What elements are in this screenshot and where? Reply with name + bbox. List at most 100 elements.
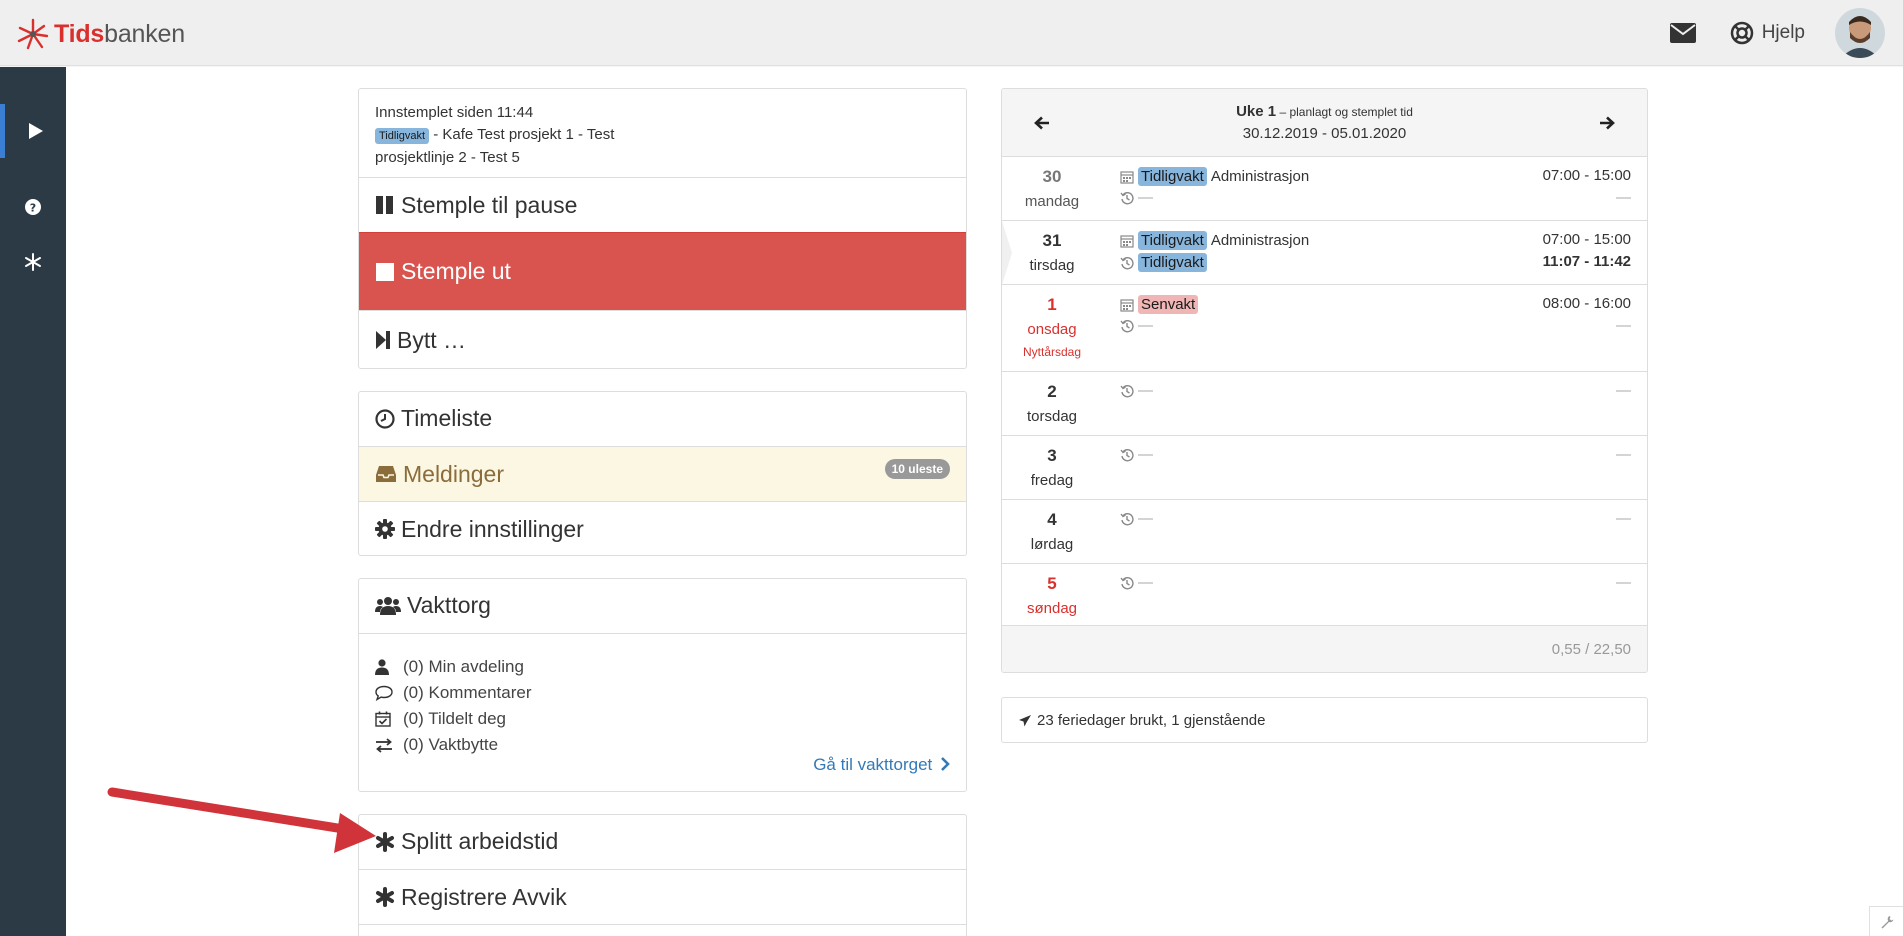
- sidebar-help-button[interactable]: ?: [0, 180, 66, 234]
- stamp-out-label: Stemple ut: [401, 258, 511, 284]
- timeliste-link[interactable]: Timeliste: [359, 391, 966, 446]
- sidebar-snowflake-button[interactable]: [0, 235, 66, 289]
- stamped-shift-text: —: [1138, 446, 1153, 463]
- planned-shift-text: Administrasjon: [1210, 168, 1310, 185]
- project-line-2: prosjektlinje 2 - Test 5: [375, 149, 520, 166]
- day-name: mandag: [1024, 193, 1080, 210]
- day-row-2[interactable]: 2 torsdag — —: [1002, 371, 1647, 435]
- brand-logo-link[interactable]: Tidsbanken: [16, 14, 185, 54]
- exchange-icon: [376, 738, 392, 753]
- stamped-shift: —: [1120, 446, 1153, 463]
- clock-icon: [375, 408, 395, 429]
- stamp-pause-button[interactable]: Stemple til pause: [359, 177, 966, 232]
- day-row-30[interactable]: 30 mandag Tidligvakt Administrasjon 07:0…: [1002, 156, 1647, 220]
- day-row-31[interactable]: 31 tirsdag Tidligvakt Administrasjon 07:…: [1002, 220, 1647, 285]
- brand-name-tids: Tids: [54, 19, 105, 48]
- day-name: fredag: [1030, 472, 1074, 489]
- calendar-check-icon: [375, 711, 391, 727]
- day-name: lørdag: [1030, 536, 1074, 553]
- vakttorg-item-label: (0) Tildelt deg: [403, 709, 506, 728]
- week-footer: 0,55 / 22,50: [1002, 625, 1647, 672]
- day-number: 1: [1047, 295, 1057, 314]
- unread-badge: 10 uleste: [884, 459, 950, 479]
- day-number: 3: [1047, 446, 1057, 465]
- stamped-shift: —: [1120, 510, 1153, 527]
- next-week-button[interactable]: [1593, 109, 1621, 137]
- split-worktime-label: Splitt arbeidstid: [401, 828, 559, 854]
- calendar-icon: [1120, 298, 1134, 312]
- avatar[interactable]: [1835, 8, 1885, 58]
- pause-icon: [376, 196, 393, 214]
- vakttorg-item-tildelt[interactable]: (0) Tildelt deg: [375, 706, 531, 732]
- asterisk-icon: [376, 831, 394, 852]
- planned-shift-label: Tidligvakt: [1138, 167, 1207, 186]
- switch-label: Bytt …: [397, 326, 467, 353]
- comment-icon: [375, 685, 393, 701]
- help-link[interactable]: Hjelp: [1730, 21, 1805, 45]
- holiday-name: Nyttårsdag: [1022, 345, 1082, 359]
- goto-vakttorg-link[interactable]: Gå til vakttorget: [813, 755, 950, 775]
- stamped-time: —: [1616, 446, 1631, 463]
- history-icon: [1120, 448, 1134, 461]
- sidebar: ?: [0, 67, 66, 936]
- users-icon: [375, 596, 401, 615]
- user-avatar-image: [1835, 8, 1885, 58]
- stamped-time: —: [1616, 189, 1631, 206]
- user-icon: [375, 659, 389, 675]
- day-row-4[interactable]: 4 lørdag — —: [1002, 499, 1647, 563]
- meldinger-link[interactable]: Meldinger 10 uleste: [359, 446, 966, 501]
- planned-time: 07:00 - 15:00: [1542, 231, 1631, 248]
- register-deviation-link[interactable]: Registrere Avvik: [359, 869, 966, 924]
- stamped-shift-text: —: [1138, 382, 1153, 399]
- day-row-1[interactable]: 1 onsdag Nyttårsdag Senvakt 08:00 - 16:0…: [1002, 284, 1647, 371]
- envelope-icon[interactable]: [1669, 23, 1696, 43]
- arrow-right-icon: [1600, 116, 1615, 130]
- calendar-icon: [1120, 170, 1134, 184]
- vakttorg-item-vaktbytte[interactable]: (0) Vaktbytte: [375, 732, 531, 758]
- stamped-shift: —: [1120, 317, 1153, 334]
- day-row-5[interactable]: 5 søndag — —: [1002, 563, 1647, 627]
- planned-shift-text: Administrasjon: [1210, 232, 1310, 249]
- extra-panel: Splitt arbeidstid Registrere Avvik: [358, 814, 967, 936]
- sidebar-toggle-button[interactable]: [0, 104, 66, 158]
- developer-tools-button[interactable]: [1869, 906, 1903, 936]
- history-icon: [1120, 256, 1134, 269]
- step-forward-icon: [376, 331, 390, 349]
- week-number: Uke 1: [1236, 103, 1277, 120]
- planned-time: 08:00 - 16:00: [1542, 295, 1631, 312]
- meldinger-label: Meldinger: [403, 460, 504, 487]
- day-row-3[interactable]: 3 fredag — —: [1002, 435, 1647, 499]
- brand-name-banken: banken: [104, 19, 185, 48]
- plane-icon: [1019, 714, 1031, 726]
- settings-label: Endre innstillinger: [401, 515, 584, 542]
- stamped-shift-text: —: [1138, 510, 1153, 527]
- day-number: 30: [1042, 167, 1062, 186]
- vakttorg-item-kommentarer[interactable]: (0) Kommentarer: [375, 680, 531, 706]
- day-name: torsdag: [1026, 408, 1078, 425]
- settings-link[interactable]: Endre innstillinger: [359, 501, 966, 556]
- switch-button[interactable]: Bytt …: [359, 310, 966, 369]
- holidays-panel: 23 feriedager brukt, 1 gjenstående: [1001, 697, 1648, 743]
- shift-label: Tidligvakt: [375, 128, 430, 144]
- stamped-time: —: [1616, 317, 1631, 334]
- week-header: Uke 1 – planlagt og stemplet tid 30.12.2…: [1002, 89, 1647, 157]
- day-number: 31: [1042, 231, 1062, 250]
- main-content: Innstemplet siden 11:44 Tidligvakt - Kaf…: [66, 67, 1903, 936]
- gear-icon: [375, 519, 395, 539]
- stamped-shift: —: [1120, 189, 1153, 206]
- split-worktime-link[interactable]: Splitt arbeidstid: [359, 814, 966, 869]
- vakttorg-panel: Vakttorg (0) Min avdeling (0) Kommentare…: [358, 578, 967, 792]
- stamp-out-button[interactable]: Stemple ut: [359, 232, 966, 310]
- vakttorg-title: Vakttorg: [407, 592, 491, 618]
- life-ring-icon: [1730, 21, 1753, 45]
- next-menu-row[interactable]: [359, 924, 966, 936]
- timeliste-label: Timeliste: [401, 405, 493, 431]
- planned-shift-label: Tidligvakt: [1138, 231, 1207, 250]
- brand-name: Tidsbanken: [54, 20, 185, 49]
- vakttorg-divider: [359, 633, 966, 634]
- holidays-text: 23 feriedager brukt, 1 gjenstående: [1037, 712, 1266, 729]
- clocked-in-since: Innstemplet siden 11:44: [375, 104, 534, 121]
- stamped-shift-text: —: [1138, 317, 1153, 334]
- stamped-time: —: [1616, 382, 1631, 399]
- vakttorg-item-min-avdeling[interactable]: (0) Min avdeling: [375, 654, 531, 680]
